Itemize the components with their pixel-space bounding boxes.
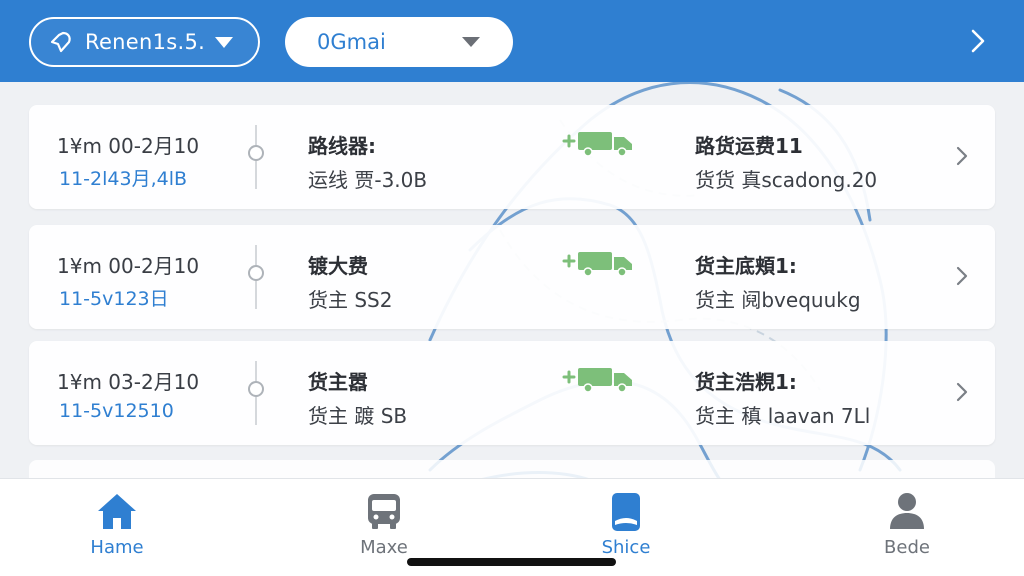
freight-title: 货主浩粯1: [695,370,797,394]
chevron-right-icon[interactable] [966,28,990,54]
home-icon [98,494,136,529]
order-date: 1¥m 03-2月10 [57,370,200,394]
tab-shice[interactable]: Shice [556,479,696,569]
tab-label: Hame [90,537,144,558]
phone-icon [612,493,640,531]
freight-detail: 货主 阋bvequukg [695,288,861,312]
filter-dropdown[interactable]: 0Gmai [285,17,513,67]
filter-label: 0Gmai [317,30,386,54]
freight-title: 路货运费11 [695,134,803,158]
tab-maxe[interactable]: Maxe [314,479,454,569]
order-list: 1¥m 00-2月10 11-2l43月,4lB 路线器: 运线 贾-3.0B … [0,82,1024,500]
city-label: Renen1s.5. [85,30,206,54]
bus-icon [368,494,400,529]
caret-down-icon [215,36,234,48]
caret-down-icon [462,37,480,47]
order-date: 1¥m 00-2月10 [57,134,200,158]
truck-icon [562,132,632,157]
tab-label: Shice [601,537,651,558]
order-card[interactable]: 1¥m 00-2月10 11-2l43月,4lB 路线器: 运线 贾-3.0B … [29,105,995,209]
tab-bede[interactable]: Bede [837,479,977,569]
route-detail: 货主 踱 SB [308,404,408,428]
route-detail: 货主 SS2 [308,288,393,312]
tab-label: Maxe [360,537,408,558]
timeline-dot [248,381,264,397]
app-screen: Renen1s.5. 0Gmai 1¥m 00-2月10 11-2l43月,4l… [0,0,1024,576]
order-code: 11-5v123日 [59,288,169,310]
order-code: 11-2l43月,4lB [59,168,188,190]
timeline-dot [248,145,264,161]
freight-detail: 货货 真scadong.20 [695,168,878,192]
home-indicator[interactable] [407,558,616,566]
order-code: 11-5v12510 [59,400,174,422]
freight-detail: 货主 稹 laavan 7Ll [695,404,871,428]
timeline-dot [248,265,264,281]
city-selector[interactable]: Renen1s.5. [29,17,260,67]
chevron-right-icon [956,382,968,402]
freight-title: 货主底頬1: [695,254,797,278]
order-date: 1¥m 00-2月10 [57,254,200,278]
route-title: 镀大费 [308,254,368,278]
chevron-right-icon [956,146,968,166]
tab-home[interactable]: Hame [47,479,187,569]
tab-label: Bede [884,537,930,558]
chevron-right-icon [956,266,968,286]
order-card[interactable]: 1¥m 00-2月10 11-5v123日 镀大费 货主 SS2 货主底頬1: … [29,225,995,329]
top-bar: Renen1s.5. 0Gmai [0,0,1024,82]
order-card[interactable]: 1¥m 03-2月10 11-5v12510 货主嚣 货主 踱 SB 货主浩粯1… [29,341,995,445]
person-icon [890,493,924,529]
route-detail: 运线 贾-3.0B [308,168,428,192]
route-title: 路线器: [308,134,376,158]
truck-icon [562,368,632,393]
location-pin-icon [50,31,71,53]
truck-icon [562,252,632,277]
route-title: 货主嚣 [308,370,368,394]
